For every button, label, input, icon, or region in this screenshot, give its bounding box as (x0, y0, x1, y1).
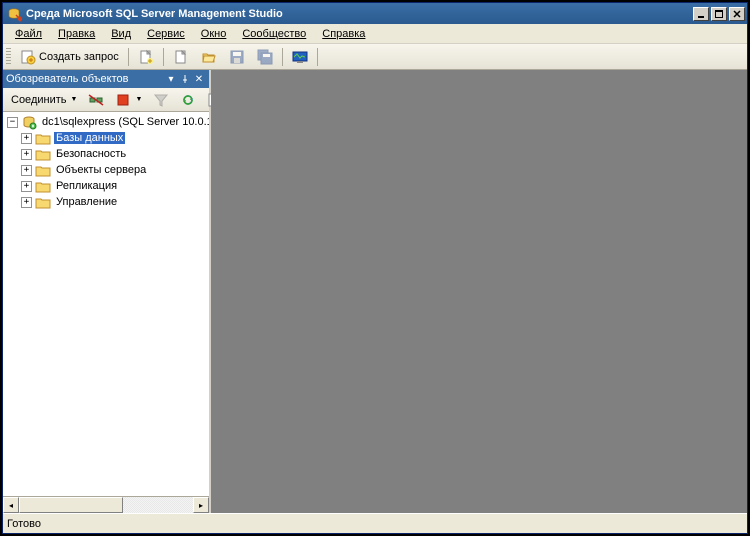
disconnect-button[interactable] (83, 90, 109, 110)
titlebar: Среда Microsoft SQL Server Management St… (3, 3, 747, 24)
new-query-icon (20, 49, 36, 65)
menubar: Файл Правка Вид Сервис Окно Сообщество С… (3, 24, 747, 44)
stop-icon (115, 92, 131, 108)
server-icon (21, 115, 37, 130)
expander-icon[interactable]: − (7, 117, 18, 128)
main-toolbar: Создать запрос (3, 44, 747, 70)
chevron-down-icon: ▼ (135, 96, 142, 103)
new-query-button[interactable]: Создать запрос (15, 46, 124, 68)
tree-label-replication[interactable]: Репликация (54, 180, 119, 192)
panel-title: Обозреватель объектов (6, 73, 164, 85)
panel-toolbar: Соединить ▼ ▼ (3, 88, 209, 112)
panel-dropdown-button[interactable]: ▾ (164, 72, 178, 86)
tree-node-management[interactable]: + Управление (3, 194, 209, 210)
main-window: Среда Microsoft SQL Server Management St… (2, 2, 748, 534)
connect-button[interactable]: Соединить ▼ (6, 90, 82, 110)
menu-edit[interactable]: Правка (50, 26, 103, 42)
stop-button[interactable]: ▼ (110, 90, 147, 110)
chevron-down-icon: ▼ (71, 96, 78, 103)
tree-node-replication[interactable]: + Репликация (3, 178, 209, 194)
save-icon (229, 49, 245, 65)
maximize-button[interactable] (711, 7, 727, 21)
minimize-button[interactable] (693, 7, 709, 21)
menu-window[interactable]: Окно (193, 26, 235, 42)
panel-close-button[interactable]: ✕ (192, 72, 206, 86)
open-folder-icon (201, 49, 217, 65)
folder-icon (35, 163, 51, 178)
tree-node-server[interactable]: − dc1\sqlexpress (SQL Server 10.0.1600 - (3, 114, 209, 130)
menu-service[interactable]: Сервис (139, 26, 193, 42)
tree-label-server-objects[interactable]: Объекты сервера (54, 164, 148, 176)
save-all-icon (257, 49, 273, 65)
filter-button[interactable] (148, 90, 174, 110)
expander-icon[interactable]: + (21, 165, 32, 176)
scroll-right-button[interactable]: ▸ (193, 497, 209, 513)
tree-node-security[interactable]: + Безопасность (3, 146, 209, 162)
menu-view[interactable]: Вид (103, 26, 139, 42)
scroll-thumb[interactable] (19, 497, 123, 513)
filter-icon (153, 92, 169, 108)
scroll-track[interactable] (19, 497, 193, 513)
save-all-button[interactable] (252, 46, 278, 68)
new-query-label: Создать запрос (39, 51, 119, 63)
status-text: Готово (7, 518, 41, 530)
tree-node-databases[interactable]: + Базы данных (3, 130, 209, 146)
toolbar-separator-2 (163, 48, 164, 66)
expander-icon[interactable]: + (21, 133, 32, 144)
tree-view[interactable]: − dc1\sqlexpress (SQL Server 10.0.1600 -… (3, 112, 209, 497)
panel-header: Обозреватель объектов ▾ ✕ (3, 70, 209, 88)
open-file-button[interactable] (196, 46, 222, 68)
activity-monitor-icon (292, 49, 308, 65)
app-icon (6, 6, 22, 22)
toolbar-grip (6, 48, 11, 66)
refresh-icon (180, 92, 196, 108)
expander-icon[interactable]: + (21, 197, 32, 208)
save-button[interactable] (224, 46, 250, 68)
new-project-button[interactable] (133, 46, 159, 68)
new-file-button[interactable] (168, 46, 194, 68)
connect-label: Соединить (11, 94, 67, 106)
menu-help[interactable]: Справка (314, 26, 373, 42)
menu-file[interactable]: Файл (7, 26, 50, 42)
horizontal-scrollbar[interactable]: ◂ ▸ (3, 497, 209, 513)
menu-community[interactable]: Сообщество (234, 26, 314, 42)
tree-label-security[interactable]: Безопасность (54, 148, 128, 160)
mdi-client-area (211, 70, 747, 513)
toolbar-separator (128, 48, 129, 66)
toolbar-separator-4 (317, 48, 318, 66)
folder-icon (35, 195, 51, 210)
folder-icon (35, 131, 51, 146)
tree-node-server-objects[interactable]: + Объекты сервера (3, 162, 209, 178)
refresh-button[interactable] (175, 90, 201, 110)
expander-icon[interactable]: + (21, 149, 32, 160)
tree-label-management[interactable]: Управление (54, 196, 119, 208)
object-explorer-panel: Обозреватель объектов ▾ ✕ Соединить ▼ (3, 70, 211, 513)
window-title: Среда Microsoft SQL Server Management St… (26, 8, 693, 20)
toolbar-separator-3 (282, 48, 283, 66)
new-project-icon (138, 49, 154, 65)
disconnect-icon (88, 92, 104, 108)
tree-label-server[interactable]: dc1\sqlexpress (SQL Server 10.0.1600 - (40, 116, 209, 128)
close-button[interactable] (729, 7, 745, 21)
folder-icon (35, 179, 51, 194)
expander-icon[interactable]: + (21, 181, 32, 192)
panel-pin-button[interactable] (178, 72, 192, 86)
folder-icon (35, 147, 51, 162)
body-area: Обозреватель объектов ▾ ✕ Соединить ▼ (3, 70, 747, 513)
activity-monitor-button[interactable] (287, 46, 313, 68)
new-file-icon (173, 49, 189, 65)
scroll-left-button[interactable]: ◂ (3, 497, 19, 513)
tree-label-databases[interactable]: Базы данных (54, 132, 125, 144)
statusbar: Готово (3, 513, 747, 533)
